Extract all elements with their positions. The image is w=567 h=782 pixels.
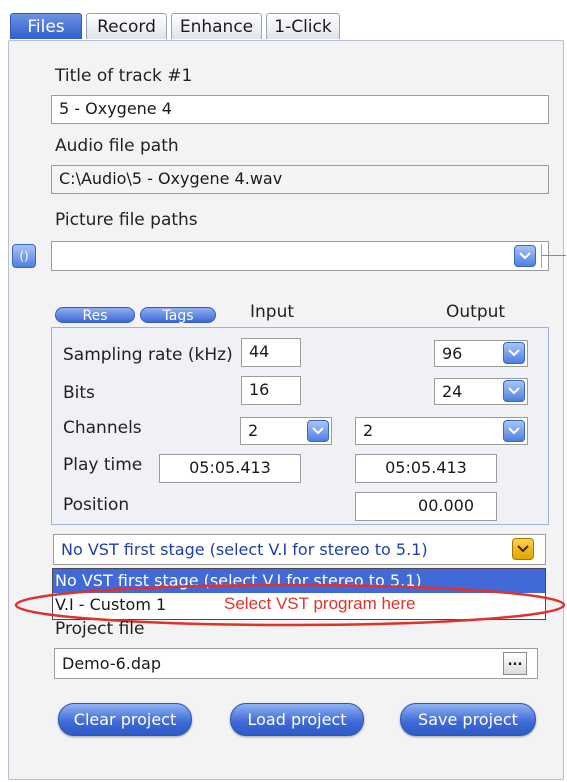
picture-paths-select[interactable] <box>51 241 549 271</box>
annotation-text: Select VST program here <box>224 594 416 613</box>
load-project-button[interactable]: Load project <box>230 703 364 736</box>
position-label: Position <box>63 495 130 515</box>
play-time-label: Play time <box>63 455 143 475</box>
chevron-down-icon[interactable] <box>307 420 329 442</box>
title-label: Title of track #1 <box>55 66 193 86</box>
vst-select[interactable]: No VST first stage (select V.I for stere… <box>53 534 546 565</box>
sampling-rate-label: Sampling rate (kHz) <box>63 345 233 365</box>
audio-path-field[interactable]: C:\Audio\5 - Oxygene 4.wav <box>51 165 549 194</box>
title-input[interactable]: 5 - Oxygene 4 <box>51 95 549 124</box>
input-header: Input <box>250 302 295 322</box>
chevron-down-icon[interactable] <box>503 342 525 364</box>
output-header: Output <box>446 302 506 322</box>
browse-button[interactable]: ... <box>503 652 527 675</box>
chevron-down-icon[interactable] <box>503 420 525 442</box>
project-file-input[interactable]: Demo-6.dap <box>54 648 538 679</box>
play-time-input: 05:05.413 <box>159 454 301 483</box>
clear-project-button[interactable]: Clear project <box>58 703 192 736</box>
splitter-handle[interactable] <box>541 244 566 268</box>
picture-paths-label: Picture file paths <box>55 210 198 230</box>
chevron-down-icon[interactable] <box>503 380 525 402</box>
tab-record[interactable]: Record <box>86 13 167 39</box>
bits-label: Bits <box>63 383 95 403</box>
tab-files[interactable]: Files <box>10 13 82 39</box>
sampling-rate-input[interactable]: 44 <box>241 338 301 367</box>
tab-enhance[interactable]: Enhance <box>171 13 262 39</box>
audio-path-label: Audio file path <box>55 136 179 156</box>
bits-input[interactable]: 16 <box>241 376 301 405</box>
tab-1-click[interactable]: 1-Click <box>266 13 340 39</box>
play-time-output: 05:05.413 <box>355 454 497 483</box>
chevron-down-icon[interactable] <box>514 245 536 267</box>
project-file-label: Project file <box>55 619 145 639</box>
position-output[interactable]: 00.000 <box>355 492 497 521</box>
chevron-down-icon[interactable] <box>512 538 534 560</box>
subtab-res[interactable]: Res <box>55 307 135 324</box>
save-project-button[interactable]: Save project <box>400 703 536 736</box>
channels-label: Channels <box>63 418 142 438</box>
subtab-tags[interactable]: Tags <box>140 307 216 324</box>
picture-options-icon[interactable]: () <box>12 244 36 268</box>
